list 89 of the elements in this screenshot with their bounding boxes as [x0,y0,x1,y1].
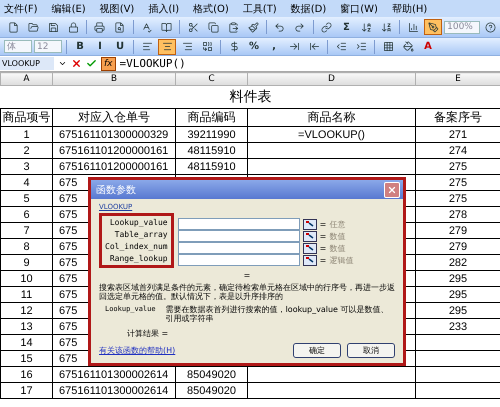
toolbar-button[interactable]: Σ [337,19,356,35]
menu-item[interactable]: 编辑(E) [52,2,86,16]
collapse-button[interactable] [302,242,317,254]
argument-label: Range_lookup [108,253,168,264]
header-cell: 商品项号 [0,108,52,126]
table-cell: 16 [0,366,52,382]
dropdown-icon[interactable] [58,59,67,68]
close-icon [387,184,397,194]
table-cell: 7 [0,222,52,238]
column-header[interactable]: A [0,72,52,86]
column-header[interactable]: E [416,72,500,86]
table-cell: 10 [0,270,52,286]
input-field[interactable] [178,230,300,242]
menu-item[interactable]: 数据(D) [290,2,326,16]
menu-item[interactable]: 帮助(H) [392,2,428,16]
collapse-icon [306,221,314,227]
collapse-icon [306,245,314,251]
formula-text: =VLOOKUP() [120,57,186,70]
align-center-icon[interactable] [158,38,176,54]
close-button[interactable] [384,182,400,198]
toolbar-button[interactable]: I [91,38,109,54]
header-cell: 对应入仓单号 [52,108,176,126]
table-cell: 85049020 [176,382,248,398]
input-field[interactable] [178,218,300,230]
table-cell: 675161101300000329 [52,126,176,142]
menu-item[interactable]: 格式(O) [193,2,229,16]
collapse-icon [306,257,314,263]
header-cell: 商品编码 [176,108,248,126]
collapse-button[interactable] [302,254,317,266]
table-cell: 4 [0,174,52,190]
argument-hint: 逻辑值 [329,254,354,266]
equals-sign: = [320,256,326,264]
table-cell: 3 [0,158,52,174]
equals-sign: = [320,232,326,240]
toolbar-button[interactable]: B [71,38,89,54]
argument-label: Col_index_num [105,241,168,252]
argument-label: Table_array [114,229,168,240]
menu-item[interactable]: 文件(F) [4,2,38,16]
table-cell: 8 [0,238,52,254]
table-cell: 48115910 [176,158,248,174]
header-cell: 商品名称 [248,108,416,126]
table-cell: 6 [0,206,52,222]
toolbar-button[interactable]: A [419,38,437,54]
name-box[interactable]: VLOOKUP [0,57,54,70]
table-cell: 15 [0,350,52,366]
toolbar-button[interactable]: % [245,38,263,54]
cancel-icon[interactable] [71,58,82,69]
dialog-button[interactable]: 取消 [347,343,395,358]
menu-item[interactable]: 工具(T) [242,2,277,16]
input-field[interactable] [178,254,300,266]
table-cell: 17 [0,382,52,398]
menu-item[interactable]: 视图(V) [100,2,134,16]
table-cell: 2 [0,142,52,158]
table-cell: 675161101200000161 [52,142,176,158]
table-cell: 1 [0,126,52,142]
header-cell: 备案序号 [416,108,500,126]
table-cell: 11 [0,286,52,302]
table-cell: 675161101200000161 [52,158,176,174]
sheet-title: 料件表 [0,86,500,108]
table-cell: 12 [0,302,52,318]
table-cell: 9 [0,254,52,270]
toolbar-button[interactable]: U [111,38,129,54]
table-cell: 675161101300002614 [52,382,176,398]
argument-hint: 任意 [329,218,346,230]
equals-sign: = [320,244,326,252]
column-header[interactable]: C [176,72,248,86]
column-header[interactable]: B [52,72,176,86]
table-cell: 48115910 [176,142,248,158]
table-cell: =VLOOKUP() [248,126,416,142]
equals-sign: = [244,271,250,280]
toolbar-button[interactable]: , [265,38,283,54]
column-header[interactable]: D [248,72,416,86]
collapse-icon [306,233,314,239]
dialog-button[interactable]: 确定 [293,343,341,358]
argument-hint: 数值 [329,242,346,254]
argument-hint: 数值 [329,230,346,242]
collapse-button[interactable] [302,218,317,230]
input-field[interactable] [178,242,300,254]
table-cell: 14 [0,334,52,350]
insert-function-button[interactable]: fx [101,56,116,70]
pen-icon[interactable] [424,19,442,35]
table-cell: 13 [0,318,52,334]
equals-sign: = [320,220,326,228]
menu-item[interactable]: 插入(I) [148,2,180,16]
collapse-button[interactable] [302,230,317,242]
table-cell: 39211990 [176,126,248,142]
check-icon[interactable] [86,58,97,69]
menu-item[interactable]: 窗口(W) [340,2,378,16]
table-cell: 5 [0,190,52,206]
